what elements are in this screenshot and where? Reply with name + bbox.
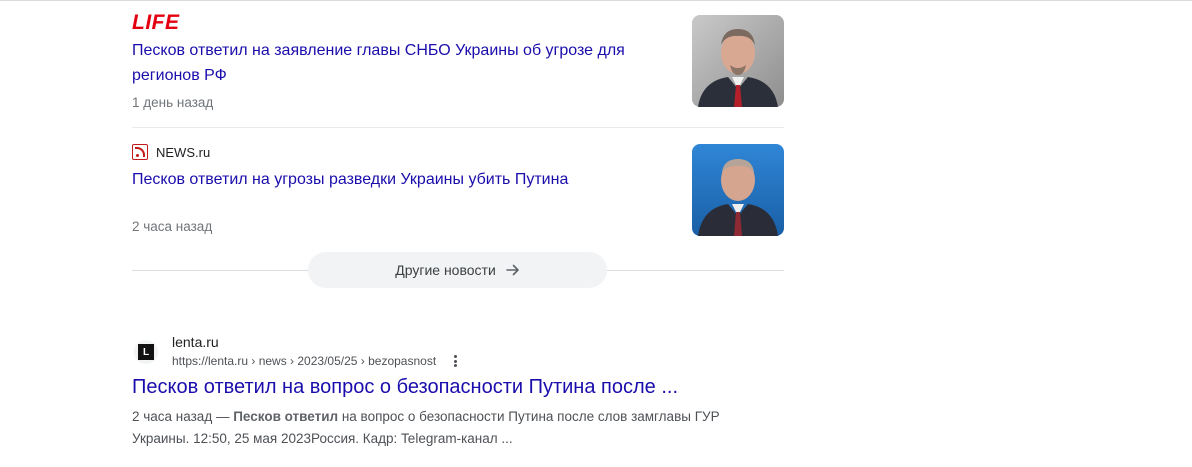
more-options-icon[interactable] (450, 353, 460, 369)
life-logo: LIFE (132, 11, 180, 34)
site-favicon[interactable]: L (134, 340, 158, 364)
news-card-newsru[interactable]: NEWS.ru Песков ответил на угрозы разведк… (132, 141, 784, 241)
rss-feed-icon (132, 144, 148, 160)
more-news-button[interactable]: Другие новости (308, 252, 607, 288)
result-site-name[interactable]: lenta.ru (172, 334, 219, 350)
person-photo-thumbnail-icon[interactable] (692, 144, 784, 236)
news-source: LIFE (132, 11, 784, 34)
more-news-label: Другие новости (395, 262, 496, 278)
news-time: 1 день назад (132, 95, 214, 110)
news-source-name: NEWS.ru (156, 144, 211, 160)
more-news-line-right (607, 270, 784, 271)
result-title-link[interactable]: Песков ответил на вопрос о безопасности … (132, 376, 678, 399)
top-divider (0, 0, 1192, 1)
result-url[interactable]: https://lenta.ru › news › 2023/05/25 › b… (172, 354, 436, 368)
news-source: NEWS.ru (132, 141, 784, 163)
news-headline[interactable]: Песков ответил на угрозы разведки Украин… (132, 167, 652, 192)
arrow-right-icon (505, 264, 519, 276)
more-news-line-left (132, 270, 308, 271)
snippet-date: 2 часа назад — (132, 409, 234, 424)
news-time: 2 часа назад (132, 219, 213, 234)
card-divider (132, 127, 784, 128)
person-photo-thumbnail-icon[interactable] (692, 15, 784, 107)
news-card-life[interactable]: LIFE Песков ответил на заявление главы С… (132, 11, 784, 112)
news-headline[interactable]: Песков ответил на заявление главы СНБО У… (132, 38, 652, 88)
lenta-logo-icon: L (138, 344, 154, 360)
snippet-highlight: Песков ответил (233, 409, 339, 424)
result-snippet: 2 часа назад — Песков ответил на вопрос … (132, 406, 732, 450)
